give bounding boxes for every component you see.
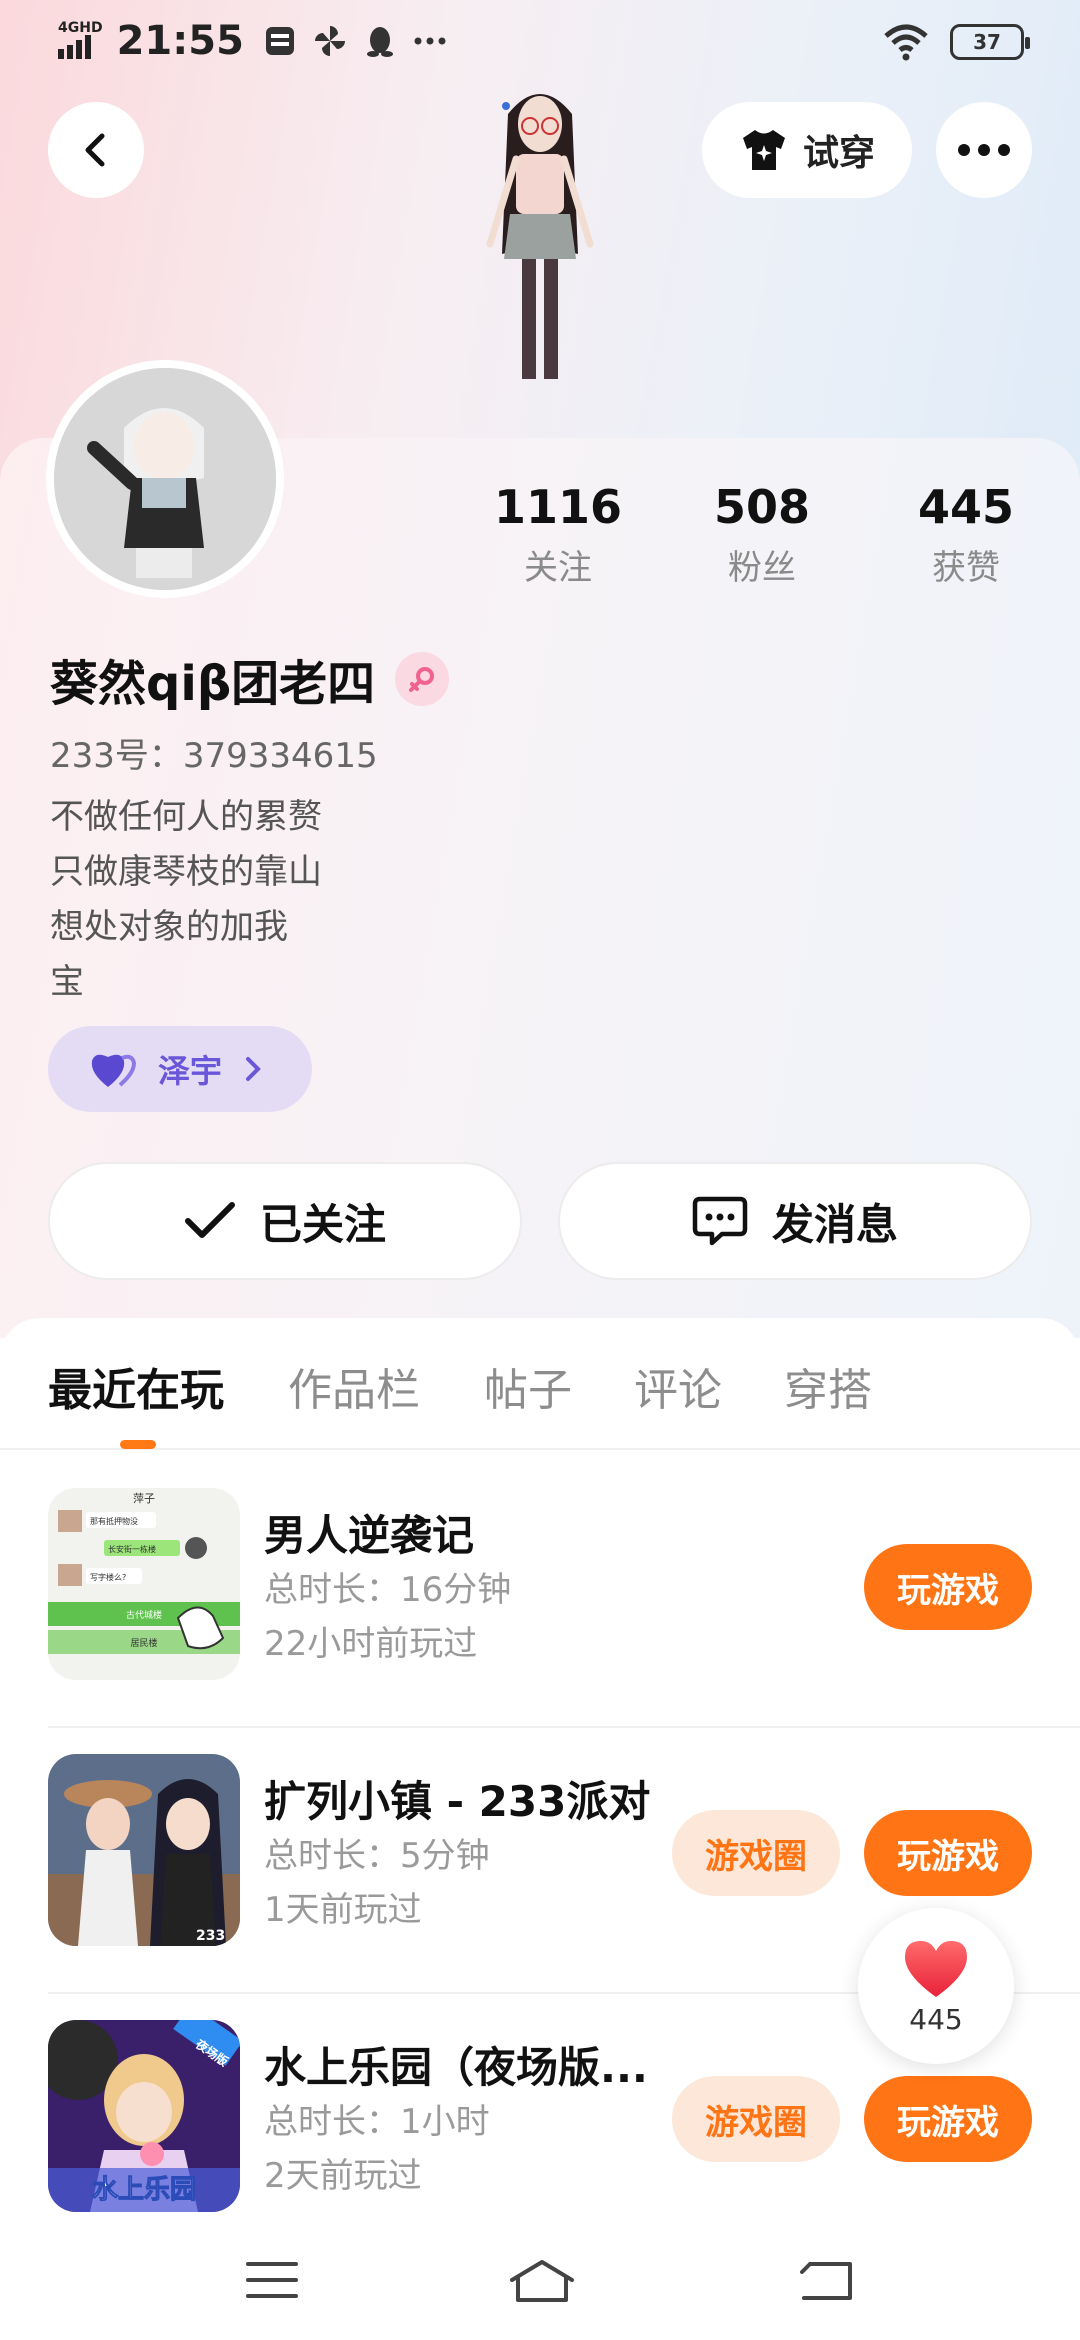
game-icon-233-logo: 233 (196, 1928, 225, 1944)
heart-icon (905, 1940, 967, 1997)
game-last-played: 2天前玩过 (264, 2156, 422, 2196)
more-options-button[interactable] (936, 102, 1032, 198)
tab-bar: 最近在玩 作品栏 帖子 评论 穿搭 (0, 1318, 1080, 1450)
tab-works[interactable]: 作品栏 (288, 1354, 420, 1418)
game-icon-option: 古代城楼 (126, 1609, 162, 1621)
game-icon-chat-bubble: 那有抵押物没 (90, 1516, 138, 1526)
menu-icon[interactable] (242, 2256, 302, 2304)
system-navigation-bar (0, 2220, 1080, 2340)
likes-label: 获赞 (932, 548, 1000, 588)
send-message-label: 发消息 (771, 1199, 898, 1249)
wifi-icon (884, 24, 928, 61)
female-gender-icon (395, 652, 450, 706)
chat-bubble-icon (692, 1196, 748, 1246)
more-notifications-icon (414, 37, 446, 45)
following-label: 关注 (524, 548, 592, 588)
try-on-button[interactable]: 试穿 (702, 102, 912, 198)
tshirt-icon (742, 130, 785, 170)
back-button[interactable] (48, 102, 144, 198)
likes-count: 445 (917, 480, 1015, 534)
like-count: 445 (909, 2002, 963, 2036)
qq-penguin-icon (366, 27, 393, 57)
network-indicator: 4GHD (58, 21, 103, 62)
chevron-left-icon (85, 133, 105, 167)
checkmark-icon (184, 1202, 235, 1238)
cp-partner-chip[interactable]: 泽宇 (48, 1026, 312, 1112)
stat-following[interactable]: 1116 关注 (458, 480, 658, 589)
battery-indicator: 37 (950, 24, 1030, 60)
stat-followers[interactable]: 508 粉丝 (662, 480, 862, 589)
try-on-label: 试穿 (802, 133, 875, 174)
game-icon: 夜场版 水上乐园 (48, 2020, 240, 2212)
avatar[interactable] (46, 360, 284, 598)
play-game-button[interactable]: 玩游戏 (864, 1544, 1032, 1630)
play-game-button[interactable]: 玩游戏 (864, 2076, 1032, 2162)
send-message-button[interactable]: 发消息 (558, 1162, 1032, 1280)
bio-line: 宝 (50, 962, 84, 1002)
back-navigation-icon[interactable] (796, 2256, 856, 2304)
followers-label: 粉丝 (728, 548, 796, 588)
bio: 不做任何人的累赘 只做康琴枝的靠山 想处对象的加我 宝 (50, 790, 322, 1010)
ellipsis-icon (958, 144, 1010, 156)
tab-recently-played[interactable]: 最近在玩 (48, 1354, 224, 1418)
game-icon-chat-header: 萍子 (133, 1492, 155, 1505)
game-title: 男人逆袭记 (264, 1511, 475, 1560)
status-bar: 4GHD 21:55 37 (0, 0, 1080, 84)
following-count: 1116 (493, 480, 623, 534)
double-heart-icon (91, 1054, 137, 1087)
game-icon-chat-bubble: 长安街一栋楼 (108, 1544, 156, 1554)
content-panel: 最近在玩 作品栏 帖子 评论 穿搭 萍子 那有抵押物没 长安街一栋楼 写字楼么?… (0, 1318, 1080, 2340)
play-game-button[interactable]: 玩游戏 (864, 1810, 1032, 1896)
like-floating-button[interactable]: 445 (858, 1908, 1014, 2064)
game-last-played: 1天前玩过 (264, 1890, 422, 1930)
game-circle-button[interactable]: 游戏圈 (672, 2076, 840, 2162)
game-icon-option: 居民楼 (130, 1637, 157, 1649)
pinwheel-icon (314, 26, 345, 56)
stat-likes[interactable]: 445 获赞 (866, 480, 1066, 589)
bio-line: 想处对象的加我 (50, 907, 288, 947)
home-icon[interactable] (506, 2256, 578, 2304)
tab-posts[interactable]: 帖子 (484, 1354, 572, 1418)
game-duration: 总时长：5分钟 (264, 1836, 490, 1876)
cp-partner-name: 泽宇 (158, 1052, 223, 1090)
game-circle-button[interactable]: 游戏圈 (672, 1810, 840, 1896)
game-title: 水上乐园（夜场版... (264, 2043, 648, 2092)
tab-comments[interactable]: 评论 (634, 1354, 722, 1418)
user-id: 233号：379334615 (50, 736, 378, 776)
game-icon-title: 水上乐园 (92, 2175, 196, 2205)
username-text: 葵然qiβ团老四 (50, 656, 376, 712)
followers-count: 508 (713, 480, 811, 534)
game-last-played: 22小时前玩过 (264, 1624, 478, 1664)
active-tab-indicator (120, 1440, 156, 1449)
tab-outfits[interactable]: 穿搭 (784, 1354, 872, 1418)
followed-label: 已关注 (259, 1199, 386, 1249)
sim-card-icon (265, 27, 294, 55)
bio-line: 不做任何人的累赘 (50, 797, 322, 837)
game-title: 扩列小镇 - 233派对 (264, 1777, 651, 1826)
game-icon: 233 (48, 1754, 240, 1946)
game-icon: 萍子 那有抵押物没 长安街一栋楼 写字楼么? 古代城楼 居民楼 (48, 1488, 240, 1680)
bio-line: 只做康琴枝的靠山 (50, 852, 322, 892)
game-duration: 总时长：1小时 (264, 2102, 490, 2142)
character-figure (486, 94, 594, 379)
avatar-character-image (54, 368, 276, 590)
game-icon-chat-bubble: 写字楼么? (90, 1572, 126, 1582)
followed-button[interactable]: 已关注 (48, 1162, 522, 1280)
clock: 21:55 (116, 18, 244, 64)
username: 葵然qiβ团老四 (50, 644, 450, 714)
chevron-right-icon (246, 1057, 261, 1081)
game-duration: 总时长：16分钟 (264, 1570, 512, 1610)
game-row-1[interactable]: 萍子 那有抵押物没 长安街一栋楼 写字楼么? 古代城楼 居民楼 男人逆袭记 总时… (48, 1450, 1032, 1716)
